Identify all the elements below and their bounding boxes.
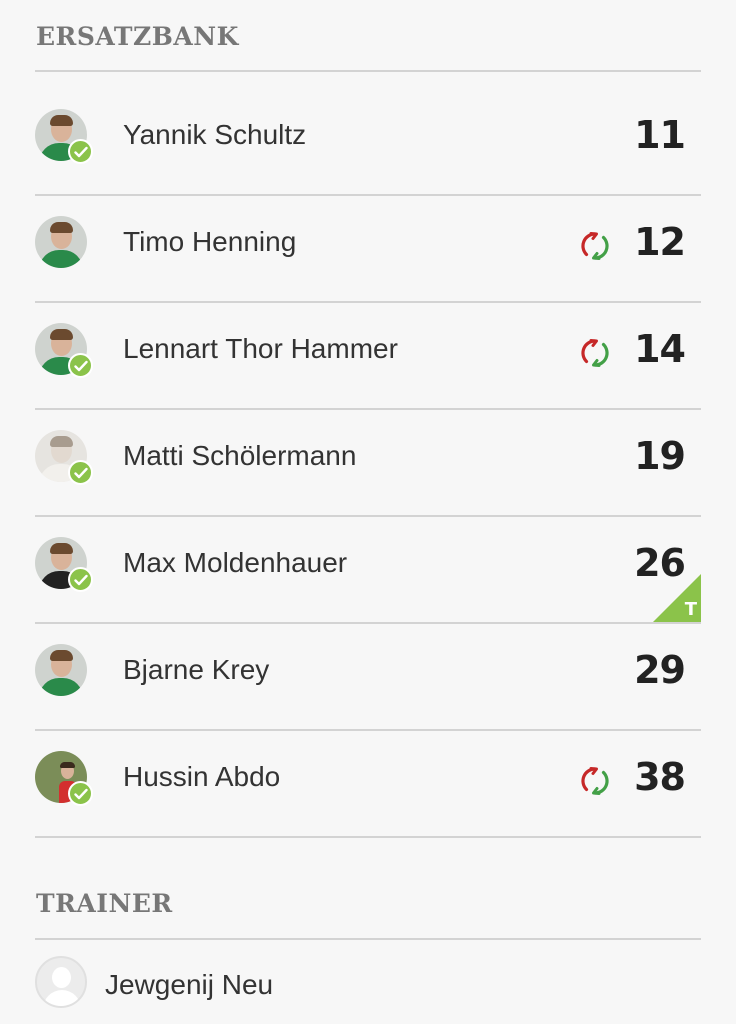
player-name: Bjarne Krey <box>123 654 270 685</box>
player-photo-green-jersey <box>35 644 87 696</box>
jersey-number: 14 <box>634 327 686 371</box>
player-name: Max Moldenhauer <box>123 547 348 578</box>
player-name: Timo Henning <box>123 226 297 257</box>
confirmed-check-icon <box>68 460 93 485</box>
player-row[interactable]: Timo Henning 12 <box>35 196 701 303</box>
confirmed-check-icon <box>68 139 93 164</box>
jersey-number: 29 <box>634 648 686 692</box>
player-name: Lennart Thor Hammer <box>123 333 398 364</box>
substitution-icon <box>578 229 612 263</box>
substitution-icon <box>578 336 612 370</box>
player-name: Matti Schölermann <box>123 440 357 471</box>
confirmed-check-icon <box>68 781 93 806</box>
trainer-section-title: TRAINER <box>36 889 173 918</box>
player-row[interactable]: Bjarne Krey 29 <box>35 624 701 731</box>
player-name: Yannik Schultz <box>123 119 307 150</box>
avatar <box>35 644 91 700</box>
confirmed-check-icon <box>68 567 93 592</box>
trainer-row[interactable]: Jewgenij Neu <box>35 956 701 1016</box>
player-row[interactable]: Matti Schölermann 19 <box>35 410 701 517</box>
substitution-icon <box>578 764 612 798</box>
player-row[interactable]: Hussin Abdo 38 <box>35 731 701 838</box>
avatar <box>35 537 93 593</box>
bench-divider <box>35 70 701 72</box>
confirmed-check-icon <box>68 353 93 378</box>
player-name: Hussin Abdo <box>123 761 281 792</box>
trainer-divider <box>35 938 701 940</box>
jersey-number: 11 <box>634 113 686 157</box>
corner-badge-label: T <box>684 599 697 620</box>
avatar <box>35 430 93 486</box>
player-row[interactable]: Max Moldenhauer 26 T <box>35 517 701 624</box>
player-row[interactable]: Lennart Thor Hammer 14 <box>35 303 701 410</box>
jersey-number: 19 <box>634 434 686 478</box>
avatar <box>35 751 93 807</box>
player-photo-green-jersey <box>35 216 87 268</box>
bench-section-title: ERSATZBANK <box>36 22 239 51</box>
player-row[interactable]: Yannik Schultz 11 <box>35 89 701 196</box>
avatar <box>35 216 91 272</box>
avatar <box>35 323 93 379</box>
trainer-name: Jewgenij Neu <box>105 969 274 1000</box>
jersey-number: 12 <box>634 220 686 264</box>
user-placeholder-icon <box>35 956 87 1008</box>
avatar <box>35 109 93 165</box>
jersey-number: 38 <box>634 755 686 799</box>
